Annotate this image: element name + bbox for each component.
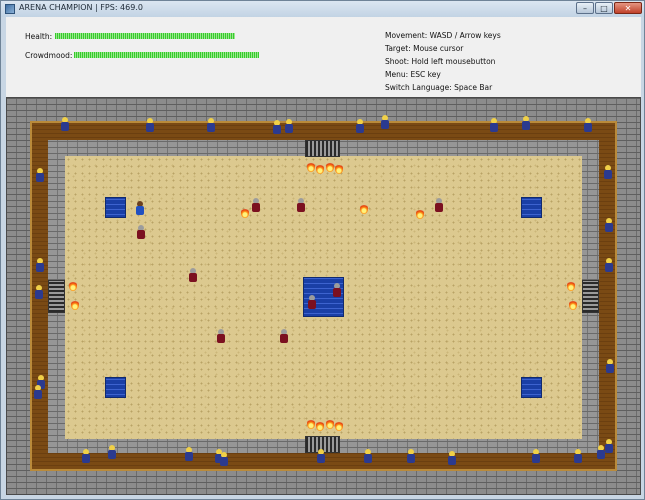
player-character (136, 201, 144, 215)
enemy-gladiator (333, 283, 341, 297)
gate-right (582, 280, 599, 313)
spectator (146, 118, 154, 132)
game-window: ARENA CHAMPION | FPS: 469.0 – □ ✕ Health… (0, 0, 645, 500)
enemy-gladiator (217, 329, 225, 343)
spectator (356, 119, 364, 133)
spectator (35, 285, 43, 299)
water-pool-top-right (521, 197, 542, 218)
maximize-button[interactable]: □ (595, 2, 613, 14)
help-menu: Menu: ESC key (385, 70, 441, 79)
enemy-gladiator (308, 295, 316, 309)
spectator (605, 218, 613, 232)
spectator (317, 449, 325, 463)
fire-icon (334, 163, 344, 175)
fire-icon (568, 299, 578, 311)
spectator (490, 118, 498, 132)
health-bar (55, 33, 235, 39)
enemy-gladiator (280, 329, 288, 343)
gate-left (48, 280, 65, 313)
crowdmood-bar (74, 52, 259, 58)
enemy-gladiator (189, 268, 197, 282)
close-button[interactable]: ✕ (614, 2, 642, 14)
crowdmood-label: Crowdmood: (25, 51, 73, 60)
hud-panel: Health: Crowdmood: Movement: WASD / Arro… (6, 17, 641, 97)
spectator (61, 117, 69, 131)
minimize-button[interactable]: – (576, 2, 594, 14)
enemy-gladiator (252, 198, 260, 212)
help-target: Target: Mouse cursor (385, 44, 464, 53)
water-pool-top-left (105, 197, 126, 218)
window-title: ARENA CHAMPION | FPS: 469.0 (19, 3, 143, 12)
spectator (108, 445, 116, 459)
spectator (34, 385, 42, 399)
title-bar[interactable]: ARENA CHAMPION | FPS: 469.0 – □ ✕ (1, 1, 644, 17)
fire-icon (315, 163, 325, 175)
spectator (522, 116, 530, 130)
spectator (574, 449, 582, 463)
help-language: Switch Language: Space Bar (385, 83, 493, 92)
fire-icon (334, 420, 344, 432)
fire-icon (566, 280, 576, 292)
health-label: Health: (25, 32, 53, 41)
water-pool-bottom-right (521, 377, 542, 398)
enemy-gladiator (435, 198, 443, 212)
spectator (381, 115, 389, 129)
spectator (36, 168, 44, 182)
enemy-gladiator (297, 198, 305, 212)
fire-icon (415, 208, 425, 220)
fire-icon (68, 280, 78, 292)
spectator (36, 258, 44, 272)
fire-icon (240, 207, 250, 219)
fire-icon (315, 420, 325, 432)
spectator (285, 119, 293, 133)
spectator (364, 449, 372, 463)
gate-top (305, 140, 340, 157)
spectator (185, 447, 193, 461)
arena-canvas[interactable] (6, 97, 641, 495)
fire-icon (359, 203, 369, 215)
spectator (82, 449, 90, 463)
help-movement: Movement: WASD / Arrow keys (385, 31, 501, 40)
spectator (606, 359, 614, 373)
spectator (220, 452, 228, 466)
spectator (604, 165, 612, 179)
spectator (532, 449, 540, 463)
help-shoot: Shoot: Hold left mousebutton (385, 57, 496, 66)
app-icon (5, 4, 15, 14)
spectator (207, 118, 215, 132)
fire-icon (70, 299, 80, 311)
spectator (407, 449, 415, 463)
spectator (448, 451, 456, 465)
enemy-gladiator (137, 225, 145, 239)
spectator (605, 258, 613, 272)
water-pool-bottom-left (105, 377, 126, 398)
spectator (584, 118, 592, 132)
spectator (597, 445, 605, 459)
spectator (273, 120, 281, 134)
spectator (605, 439, 613, 453)
